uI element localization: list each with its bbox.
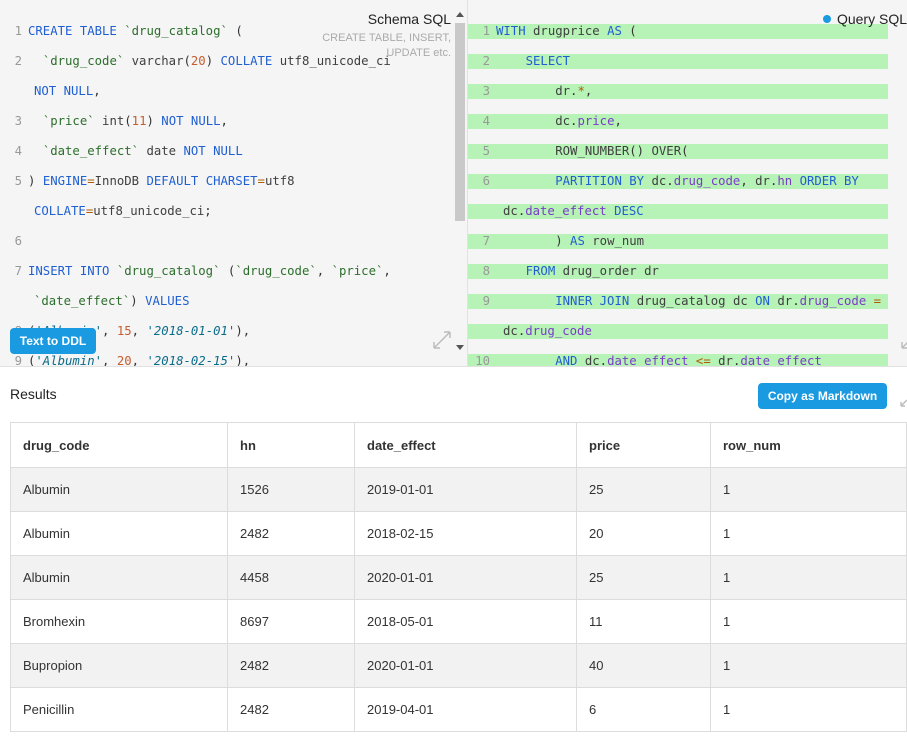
results-divider	[0, 366, 907, 367]
table-cell: 1	[710, 687, 907, 732]
line-number: 2	[14, 54, 22, 68]
query-panel-title: Query SQL	[822, 11, 907, 27]
schema-sql-editor[interactable]: 1 CREATE TABLE `drug_catalog` ( 2 `drug_c…	[0, 0, 467, 366]
table-header-row: drug_code hn date_effect price row_num	[10, 422, 907, 468]
table-row: Albumin 1526 2019-01-01 25 1	[10, 467, 907, 512]
table-cell: 1	[710, 599, 907, 644]
table-cell: 8697	[227, 599, 355, 644]
table-row: Penicillin 2482 2019-04-01 6 1	[10, 687, 907, 732]
table-cell: 2018-05-01	[354, 599, 577, 644]
table-cell: 2020-01-01	[354, 643, 577, 688]
table-cell: 6	[576, 687, 711, 732]
line-number: 8	[482, 264, 490, 278]
scroll-thumb[interactable]	[455, 23, 465, 221]
table-cell: 1	[710, 555, 907, 600]
copy-as-markdown-button[interactable]: Copy as Markdown	[758, 383, 887, 409]
table-cell: Albumin	[10, 511, 228, 556]
table-cell: 1526	[227, 467, 355, 512]
text-to-ddl-button[interactable]: Text to DDL	[10, 328, 96, 354]
schema-panel-title: Schema SQL	[367, 11, 451, 27]
line-number: 7	[482, 234, 490, 248]
query-code[interactable]: 1 WITH drugprice AS ( 2 SELECT 3 dr.*, 4 …	[468, 9, 889, 366]
results-title: Results	[10, 386, 57, 402]
status-dot-icon	[822, 15, 831, 23]
scroll-down-icon[interactable]	[456, 345, 464, 350]
column-header: date_effect	[354, 422, 577, 468]
line-number: 10	[475, 354, 490, 366]
column-header: drug_code	[10, 422, 228, 468]
resize-diagonal-icon[interactable]	[432, 330, 452, 350]
table-row: Bromhexin 8697 2018-05-01 11 1	[10, 599, 907, 644]
line-number: 1	[482, 24, 490, 38]
line-number: 3	[14, 114, 22, 128]
table-cell: Bupropion	[10, 643, 228, 688]
table-cell: Albumin	[10, 555, 228, 600]
table-cell: 25	[576, 467, 711, 512]
resize-diagonal-icon[interactable]	[897, 390, 907, 410]
table-cell: 25	[576, 555, 711, 600]
line-number: 2	[482, 54, 490, 68]
line-number: 4	[482, 114, 490, 128]
line-number: 6	[14, 234, 22, 248]
scroll-up-icon[interactable]	[456, 12, 464, 17]
schema-code[interactable]: 1 CREATE TABLE `drug_catalog` ( 2 `drug_c…	[0, 9, 391, 366]
column-header: price	[576, 422, 711, 468]
resize-diagonal-icon[interactable]	[900, 330, 907, 350]
table-cell: 2020-01-01	[354, 555, 577, 600]
schema-panel-subtitle: CREATE TABLE, INSERT, UPDATE etc.	[322, 32, 451, 59]
table-cell: Penicillin	[10, 687, 228, 732]
table-cell: 2019-01-01	[354, 467, 577, 512]
table-row: Albumin 4458 2020-01-01 25 1	[10, 555, 907, 600]
line-number: 9	[482, 294, 490, 308]
table-cell: 2482	[227, 511, 355, 556]
column-header: row_num	[710, 422, 907, 468]
line-number: 4	[14, 144, 22, 158]
table-cell: 4458	[227, 555, 355, 600]
line-number: 7	[14, 264, 22, 278]
table-cell: 11	[576, 599, 711, 644]
line-number: 1	[14, 24, 22, 38]
column-header: hn	[227, 422, 355, 468]
table-cell: 2482	[227, 643, 355, 688]
table-cell: 20	[576, 511, 711, 556]
schema-scrollbar[interactable]	[454, 7, 467, 355]
table-cell: 2018-02-15	[354, 511, 577, 556]
table-row: Bupropion 2482 2020-01-01 40 1	[10, 643, 907, 688]
table-cell: 2482	[227, 687, 355, 732]
table-cell: 1	[710, 511, 907, 556]
line-number: 6	[482, 174, 490, 188]
query-panel-title-text: Query SQL	[836, 11, 907, 27]
results-table: drug_code hn date_effect price row_num A…	[10, 422, 907, 732]
table-row: Albumin 2482 2018-02-15 20 1	[10, 511, 907, 556]
line-number: 9	[14, 354, 22, 366]
line-number: 5	[482, 144, 490, 158]
table-cell: Bromhexin	[10, 599, 228, 644]
table-cell: 2019-04-01	[354, 687, 577, 732]
table-cell: 1	[710, 643, 907, 688]
table-cell: 40	[576, 643, 711, 688]
table-cell: Albumin	[10, 467, 228, 512]
line-number: 5	[14, 174, 22, 188]
line-number: 3	[482, 84, 490, 98]
table-cell: 1	[710, 467, 907, 512]
query-sql-editor[interactable]: 1 WITH drugprice AS ( 2 SELECT 3 dr.*, 4 …	[468, 0, 907, 366]
